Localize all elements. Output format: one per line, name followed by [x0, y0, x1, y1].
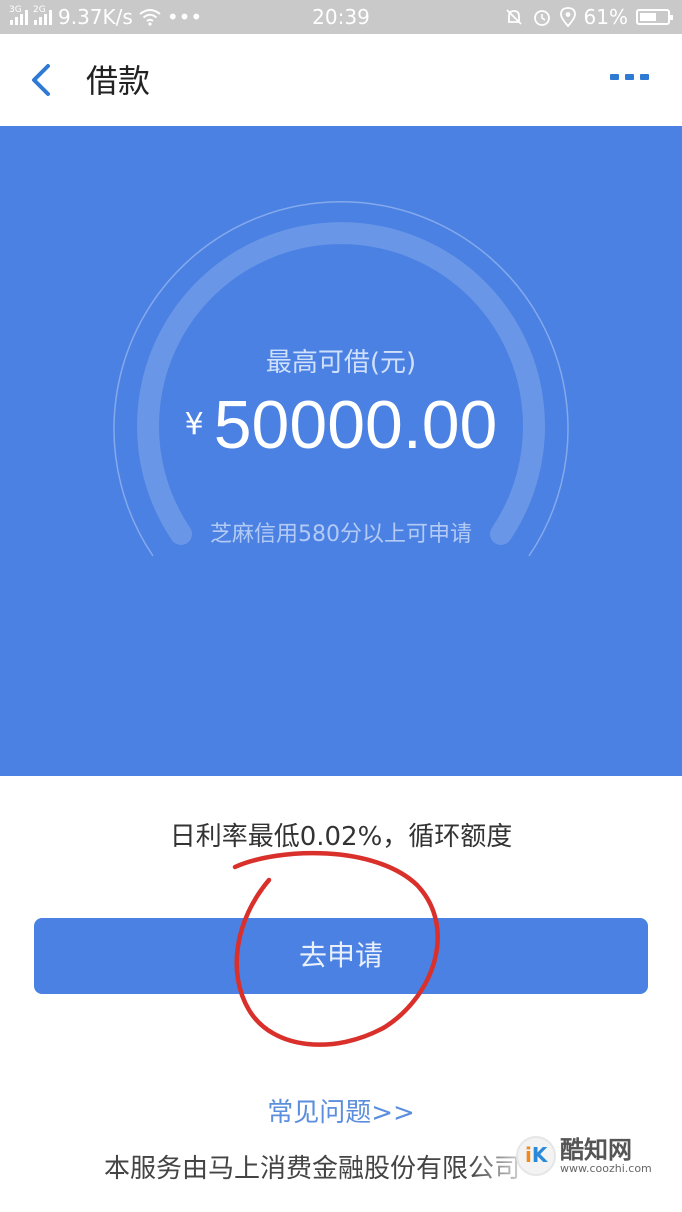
faq-link[interactable]: 常见问题>> — [0, 1092, 682, 1129]
max-loan-amount: ¥50000.00 — [0, 386, 682, 464]
amount-value: 50000.00 — [213, 387, 498, 463]
more-icon — [610, 74, 619, 80]
status-bar: 3G 2G 9.37K/s ••• 20:39 61% — [0, 0, 682, 34]
more-icon-dot — [640, 74, 649, 80]
watermark-url: www.coozhi.com — [560, 1162, 652, 1175]
alarm-off-icon — [505, 9, 522, 25]
location-icon — [559, 7, 576, 27]
battery-percent: 61% — [583, 5, 628, 29]
apply-button[interactable]: 去申请 — [34, 918, 648, 994]
more-icon-dot — [625, 74, 634, 80]
battery-icon — [636, 9, 673, 25]
watermark-name: 酷知网 — [560, 1136, 632, 1164]
max-loan-label: 最高可借(元) — [265, 348, 417, 378]
loan-limit-panel: 最高可借(元) ¥50000.00 芝麻信用580分以上可申请 — [0, 126, 682, 776]
watermark-logo-text: iK — [525, 1143, 548, 1167]
watermark-logo-icon: iK — [516, 1136, 556, 1176]
back-button[interactable] — [26, 60, 60, 100]
service-provider-text: 本服务由马上消费金融股份有限公司 — [104, 1154, 521, 1184]
alarm-icon — [533, 10, 550, 26]
currency-symbol: ¥ — [184, 407, 204, 442]
eligibility-note: 芝麻信用580分以上可申请 — [210, 522, 472, 547]
more-button[interactable] — [610, 74, 650, 88]
page-title: 借款 — [86, 62, 151, 100]
header-bar: 借款 — [0, 34, 682, 126]
back-chevron-icon — [32, 64, 50, 96]
watermark: iK 酷知网 www.coozhi.com — [516, 1136, 652, 1176]
watermark-text: 酷知网 www.coozhi.com — [560, 1137, 652, 1175]
interest-rate-text: 日利率最低0.02%，循环额度 — [169, 822, 513, 852]
status-right: 61% — [504, 5, 673, 29]
